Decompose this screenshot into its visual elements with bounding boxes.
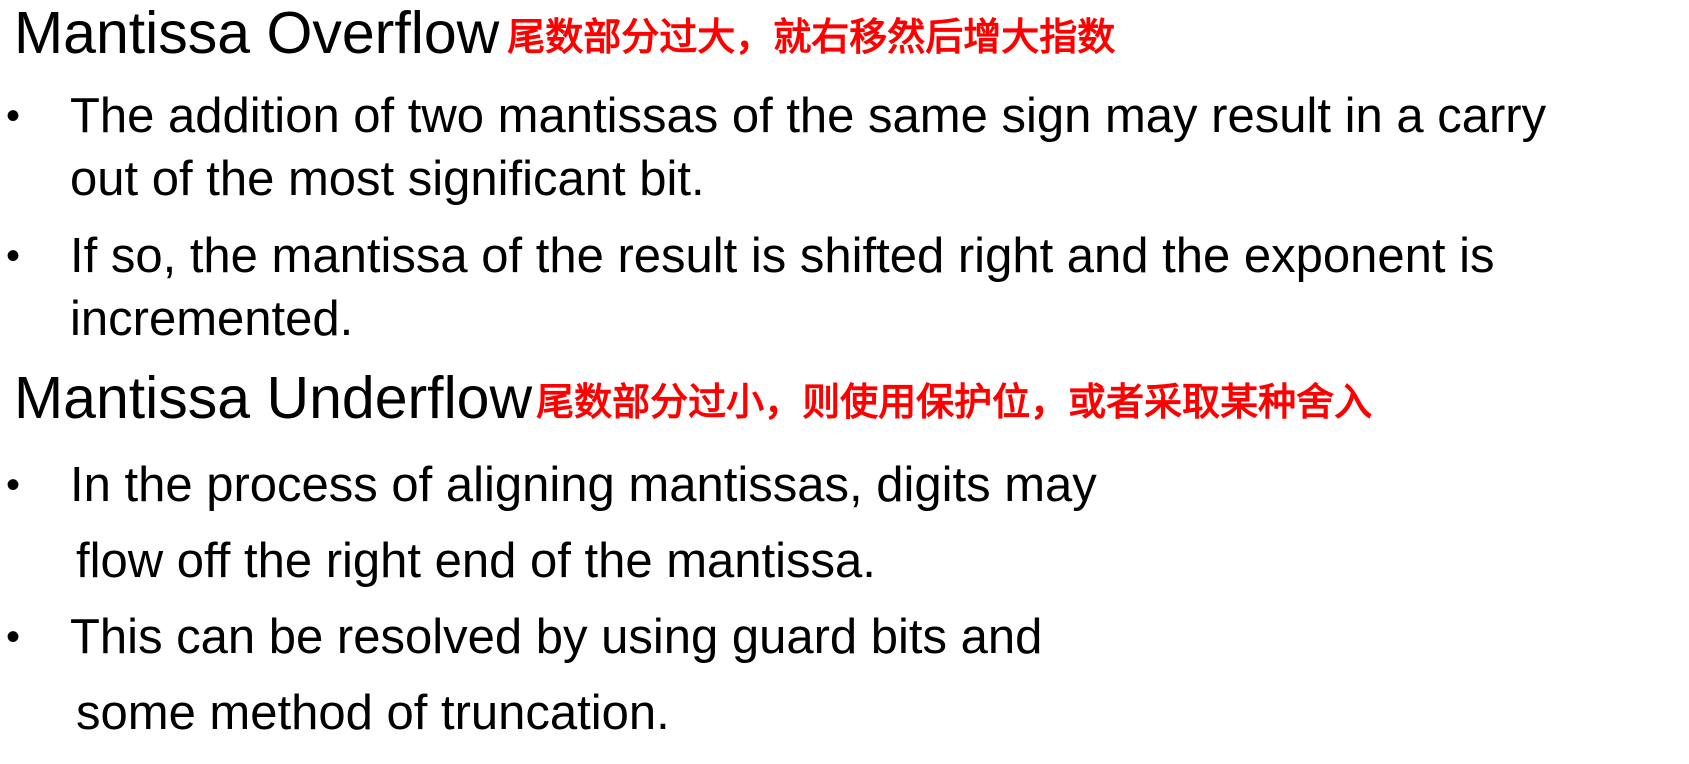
bullet-dot-icon: •: [6, 615, 21, 659]
bullet-text-line: some method of truncation.: [76, 686, 670, 740]
bullet-dot-icon: •: [6, 463, 21, 507]
section-title: Mantissa Overflow: [14, 0, 500, 66]
section-annotation: 尾数部分过大，就右移然后增大指数: [507, 15, 1116, 59]
section-heading-underflow: Mantissa Underflow 尾数部分过小，则使用保护位，或者采取某种舍入: [14, 369, 1372, 428]
bullet-text-line: The addition of two mantissas of the sam…: [70, 89, 1547, 143]
section-heading-overflow: Mantissa Overflow 尾数部分过大，就右移然后增大指数: [14, 4, 1115, 63]
bullet-text-line: out of the most significant bit.: [70, 152, 705, 206]
bullet-text-line: flow off the right end of the mantissa.: [76, 534, 876, 588]
bullet-dot-icon: •: [6, 234, 21, 278]
section-title: Mantissa Underflow: [14, 365, 533, 431]
bullet-text-line: incremented.: [70, 292, 354, 346]
bullet-text-line: This can be resolved by using guard bits…: [70, 610, 1043, 664]
bullet-dot-icon: •: [6, 94, 21, 138]
bullet-text-line: In the process of aligning mantissas, di…: [70, 458, 1097, 512]
section-annotation: 尾数部分过小，则使用保护位，或者采取某种舍入: [536, 380, 1373, 424]
bullet-text-line: If so, the mantissa of the result is shi…: [70, 229, 1495, 283]
slide: Mantissa Overflow 尾数部分过大，就右移然后增大指数 • The …: [0, 0, 1689, 764]
